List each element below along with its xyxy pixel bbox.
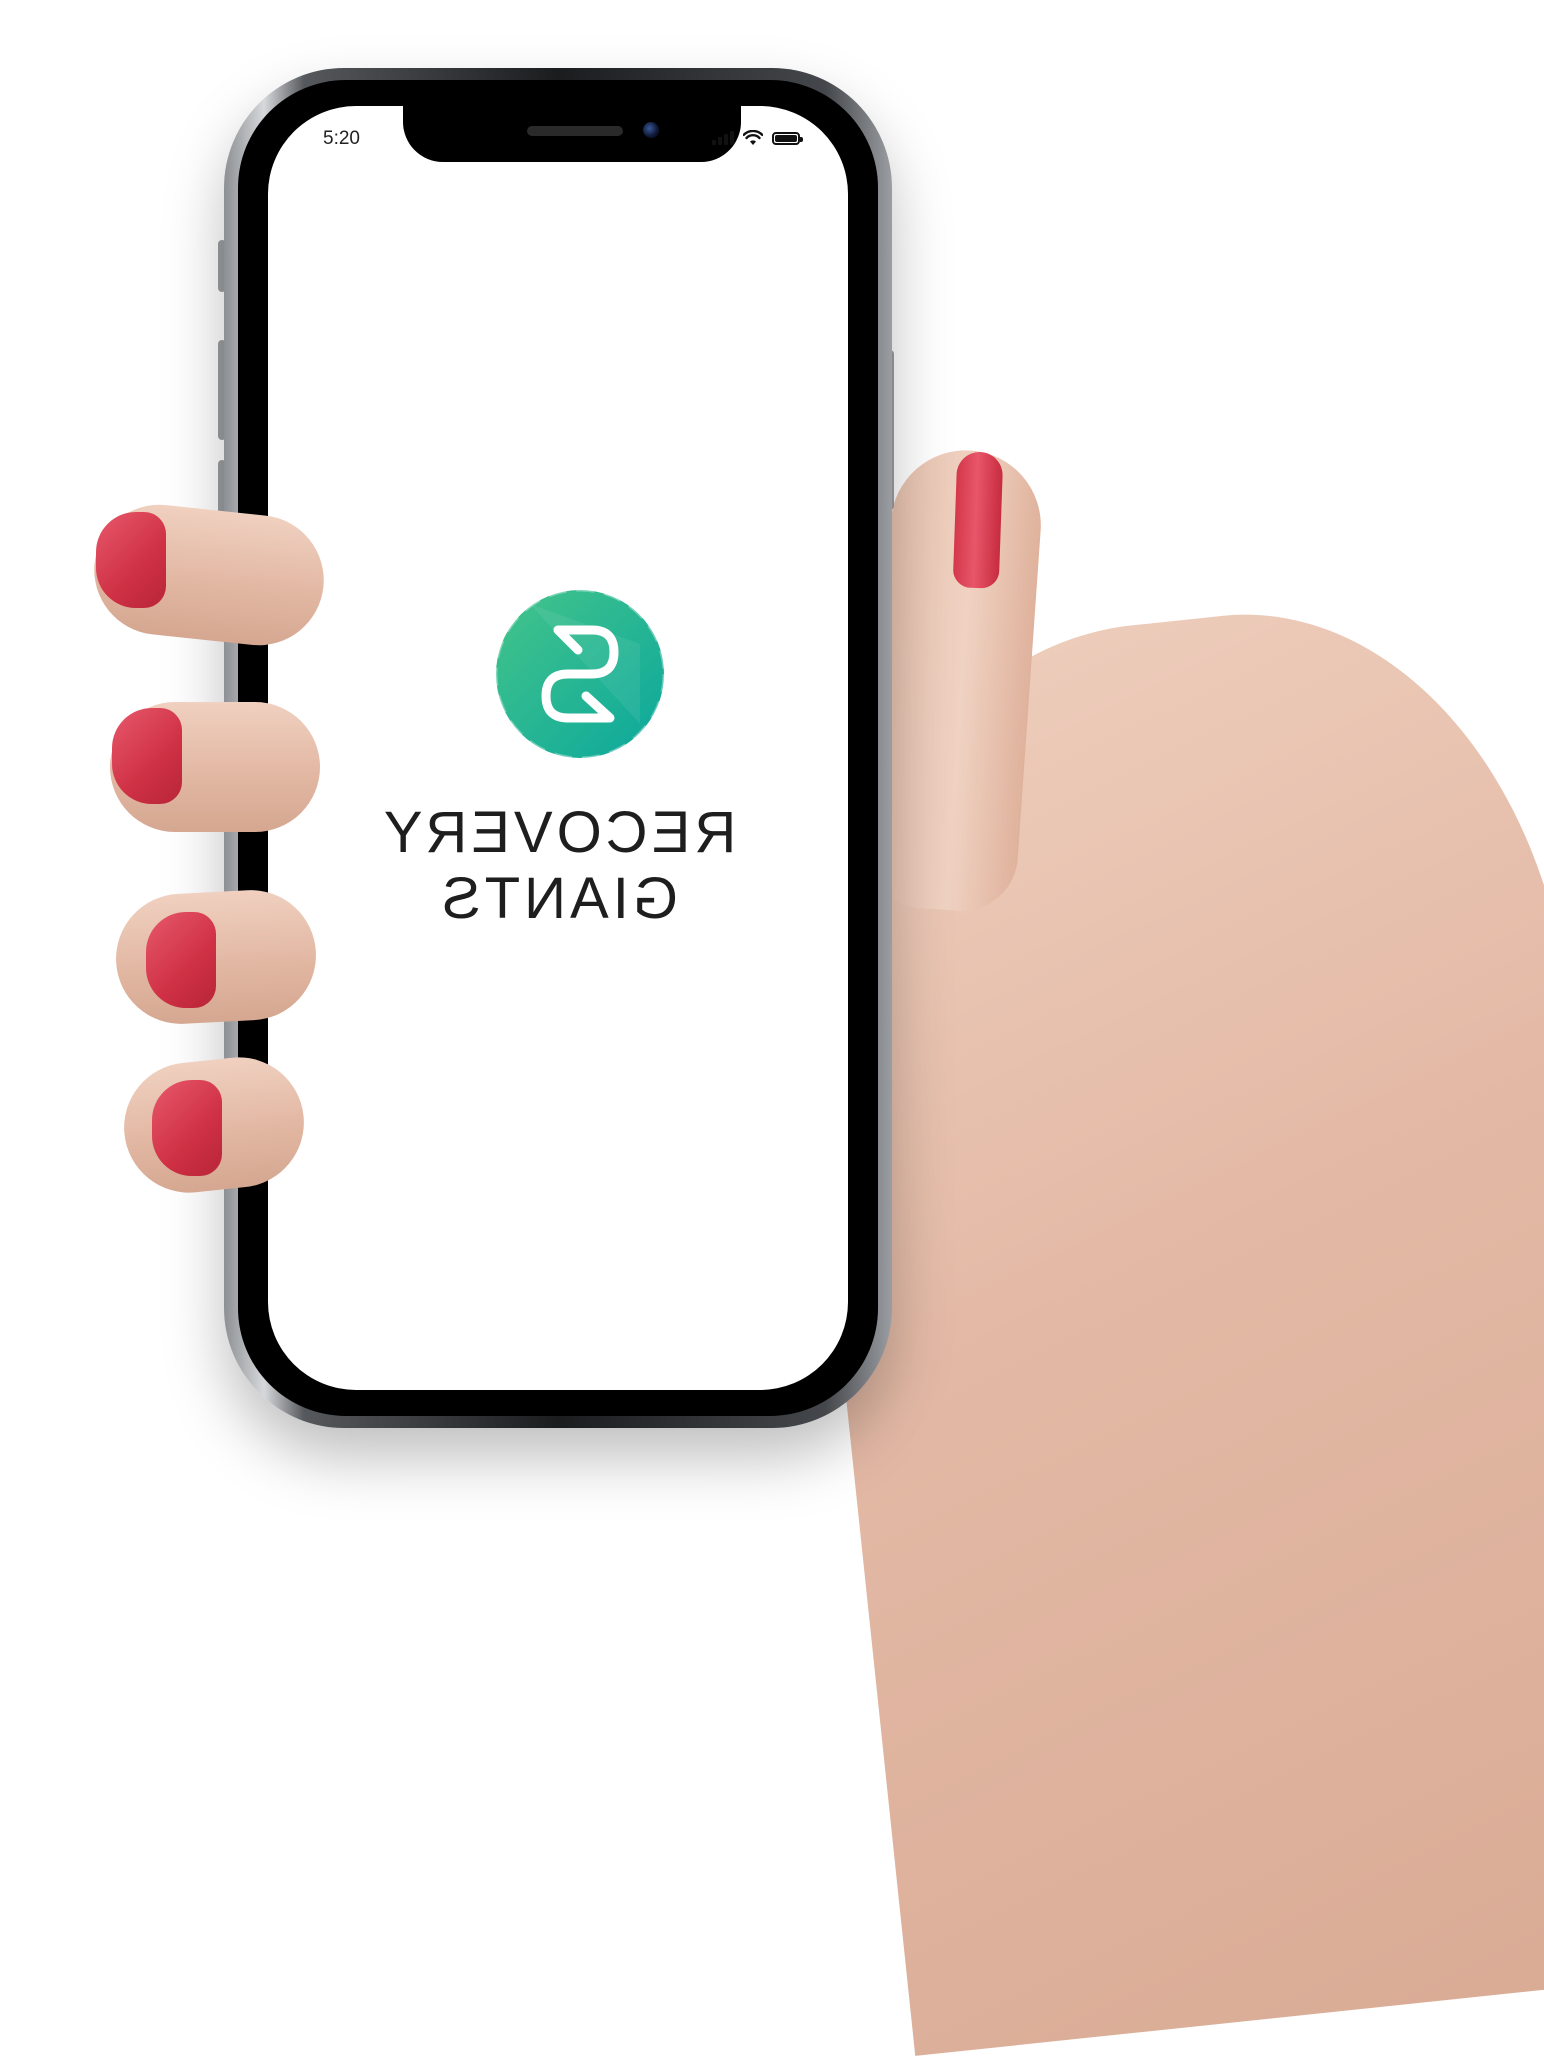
status-icons (712, 130, 803, 146)
phone-notch (403, 106, 741, 162)
brand-wordmark: RECOVERY GIANTS (268, 800, 848, 932)
status-time: 5:20 (323, 128, 360, 149)
brand-line-recovery: RECOVERY (379, 800, 737, 865)
recovery-giants-logo-icon (494, 588, 666, 760)
middle-nail (112, 708, 182, 804)
earpiece-speaker (527, 126, 623, 136)
index-nail (96, 512, 166, 608)
ring-nail (146, 912, 216, 1008)
phone-bezel: 5:20 RECOVERY GIANTS (238, 80, 878, 1416)
thumb-nail (952, 451, 1004, 589)
ring-finger (112, 886, 320, 1028)
pinky-nail (152, 1080, 222, 1176)
brand-line-giants: GIANTS (438, 866, 678, 931)
phone-device: 5:20 RECOVERY GIANTS (224, 68, 892, 1428)
battery-icon (772, 131, 803, 145)
front-camera (643, 122, 659, 138)
photo-scene: 5:20 RECOVERY GIANTS (0, 0, 1544, 2056)
signal-icon (712, 131, 734, 145)
wifi-icon (743, 130, 763, 145)
phone-screen[interactable]: 5:20 RECOVERY GIANTS (268, 106, 848, 1390)
